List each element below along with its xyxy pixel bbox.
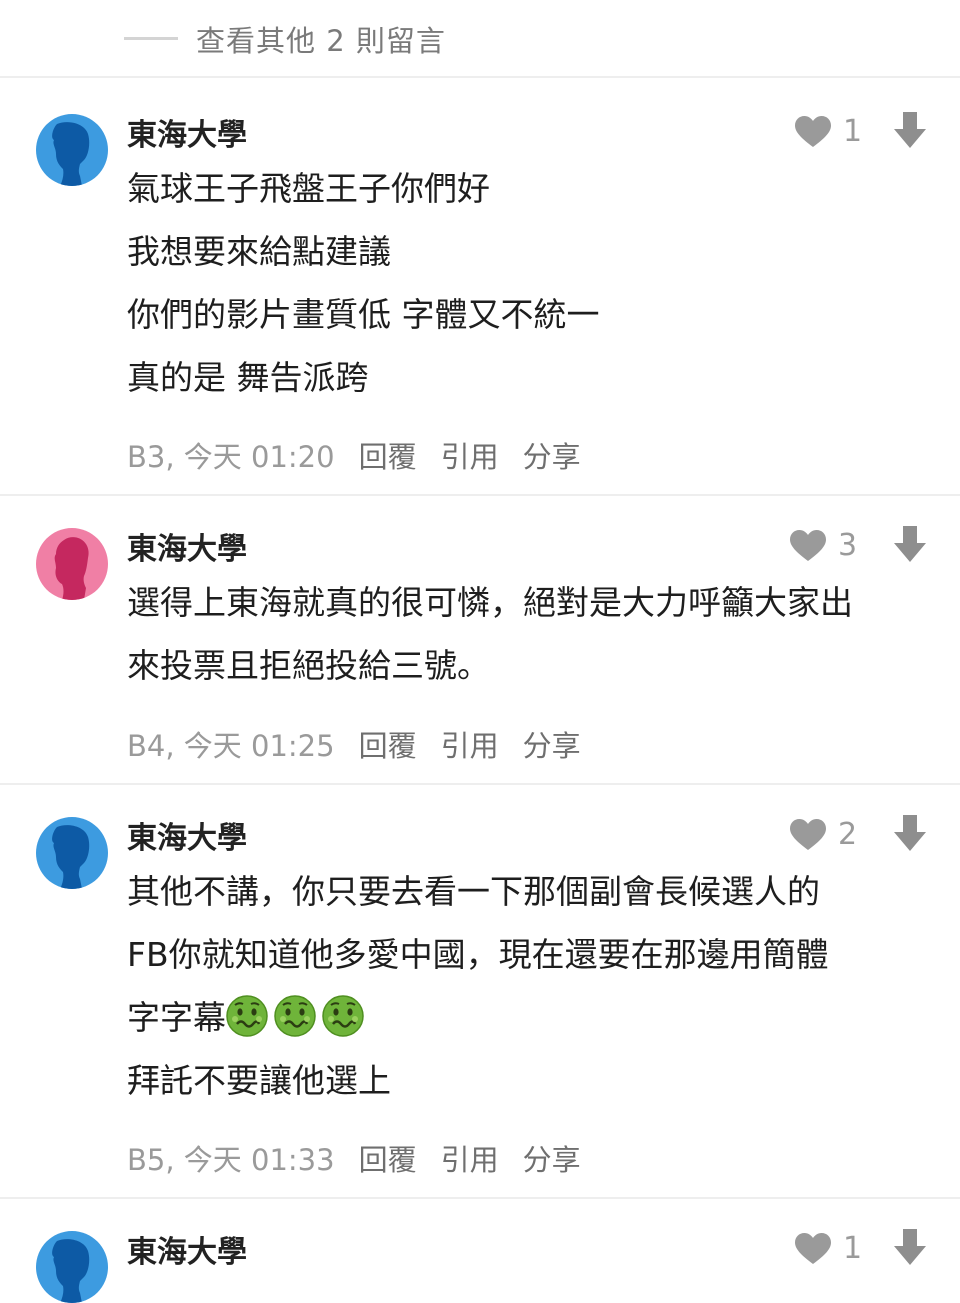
- comment-b4: 東海大學 3 選得上東海就真的很可憐，絕對是大力呼籲大家出 來投票且拒絕投給三號…: [0, 494, 960, 785]
- comment-line: 選得上東海就真的很可憐，絕對是大力呼籲大家出: [127, 583, 853, 622]
- share-button[interactable]: 分享: [523, 440, 581, 474]
- avatar[interactable]: [36, 1231, 108, 1303]
- comment-line: 你們的影片畫質低 字體又不統一: [127, 295, 600, 334]
- like-count: 1: [843, 114, 863, 149]
- avatar[interactable]: [36, 528, 108, 600]
- like-button[interactable]: 1: [795, 114, 862, 149]
- comment-author[interactable]: 東海大學: [127, 813, 247, 857]
- reply-button[interactable]: 回覆: [359, 729, 417, 763]
- reply-button[interactable]: 回覆: [359, 440, 417, 474]
- like-button[interactable]: 2: [790, 817, 857, 852]
- comment-b6: 東海大學 1: [0, 1197, 960, 1280]
- comment-line: 真的是 舞告派跨: [127, 358, 369, 397]
- comment-line-with-emoji: 字字幕: [127, 986, 829, 1049]
- reply-button[interactable]: 回覆: [359, 1143, 417, 1177]
- floor-timestamp: B5, 今天 01:33: [127, 1143, 335, 1177]
- comment-line: 來投票且拒絕投給三號。: [127, 646, 490, 685]
- share-button[interactable]: 分享: [523, 1143, 581, 1177]
- comment-line-text: 字字幕: [127, 998, 226, 1037]
- comment-line: FB你就知道他多愛中國，現在還要在那邊用簡體: [127, 935, 829, 974]
- share-button[interactable]: 分享: [523, 729, 581, 763]
- heart-icon: [795, 1233, 831, 1265]
- floor-timestamp: B3, 今天 01:20: [127, 440, 335, 474]
- like-button[interactable]: 3: [790, 528, 857, 563]
- male-silhouette-icon: [36, 817, 108, 889]
- comment-line: 其他不講，你只要去看一下那個副會長候選人的: [127, 872, 820, 911]
- like-count: 1: [843, 1231, 863, 1266]
- avatar[interactable]: [36, 817, 108, 889]
- quote-button[interactable]: 引用: [441, 1143, 499, 1177]
- view-more-comments-row[interactable]: 查看其他 2 則留言: [0, 0, 960, 78]
- like-count: 2: [838, 817, 858, 852]
- downvote-arrow-icon[interactable]: [894, 526, 926, 562]
- downvote-arrow-icon[interactable]: [894, 815, 926, 851]
- comment-author[interactable]: 東海大學: [127, 110, 247, 154]
- like-button[interactable]: 1: [795, 1231, 862, 1266]
- comment-body: 氣球王子飛盤王子你們好 我想要來給點建議 你們的影片畫質低 字體又不統一 真的是…: [127, 157, 600, 409]
- comment-line: 氣球王子飛盤王子你們好: [127, 169, 490, 208]
- heart-icon: [790, 530, 826, 562]
- like-count: 3: [838, 528, 858, 563]
- comment-meta: B4, 今天 01:25 回覆 引用 分享: [127, 723, 581, 765]
- comment-meta: B3, 今天 01:20 回覆 引用 分享: [127, 434, 581, 476]
- nauseated-face-emoji: [322, 995, 364, 1037]
- comment-author[interactable]: 東海大學: [127, 1227, 247, 1271]
- quote-button[interactable]: 引用: [441, 440, 499, 474]
- view-more-comments-link[interactable]: 查看其他 2 則留言: [196, 18, 446, 60]
- comment-b3: 東海大學 1 氣球王子飛盤王子你們好 我想要來給點建議 你們的影片畫質低 字體又…: [0, 80, 960, 496]
- comment-line: 拜託不要讓他選上: [127, 1061, 391, 1100]
- downvote-arrow-icon[interactable]: [894, 112, 926, 148]
- comment-author[interactable]: 東海大學: [127, 524, 247, 568]
- downvote-arrow-icon[interactable]: [894, 1229, 926, 1265]
- heart-icon: [795, 116, 831, 148]
- divider-dash: [124, 37, 178, 40]
- heart-icon: [790, 819, 826, 851]
- comment-b5: 東海大學 2 其他不講，你只要去看一下那個副會長候選人的 FB你就知道他多愛中國…: [0, 783, 960, 1199]
- comment-meta: B5, 今天 01:33 回覆 引用 分享: [127, 1137, 581, 1179]
- nauseated-face-emoji: [226, 995, 268, 1037]
- avatar[interactable]: [36, 114, 108, 186]
- floor-timestamp: B4, 今天 01:25: [127, 729, 335, 763]
- female-silhouette-icon: [36, 528, 108, 600]
- comment-body: 選得上東海就真的很可憐，絕對是大力呼籲大家出 來投票且拒絕投給三號。: [127, 571, 853, 697]
- male-silhouette-icon: [36, 114, 108, 186]
- comment-body: 其他不講，你只要去看一下那個副會長候選人的 FB你就知道他多愛中國，現在還要在那…: [127, 860, 829, 1112]
- male-silhouette-icon: [36, 1231, 108, 1303]
- comment-line: 我想要來給點建議: [127, 232, 391, 271]
- quote-button[interactable]: 引用: [441, 729, 499, 763]
- nauseated-face-emoji: [274, 995, 316, 1037]
